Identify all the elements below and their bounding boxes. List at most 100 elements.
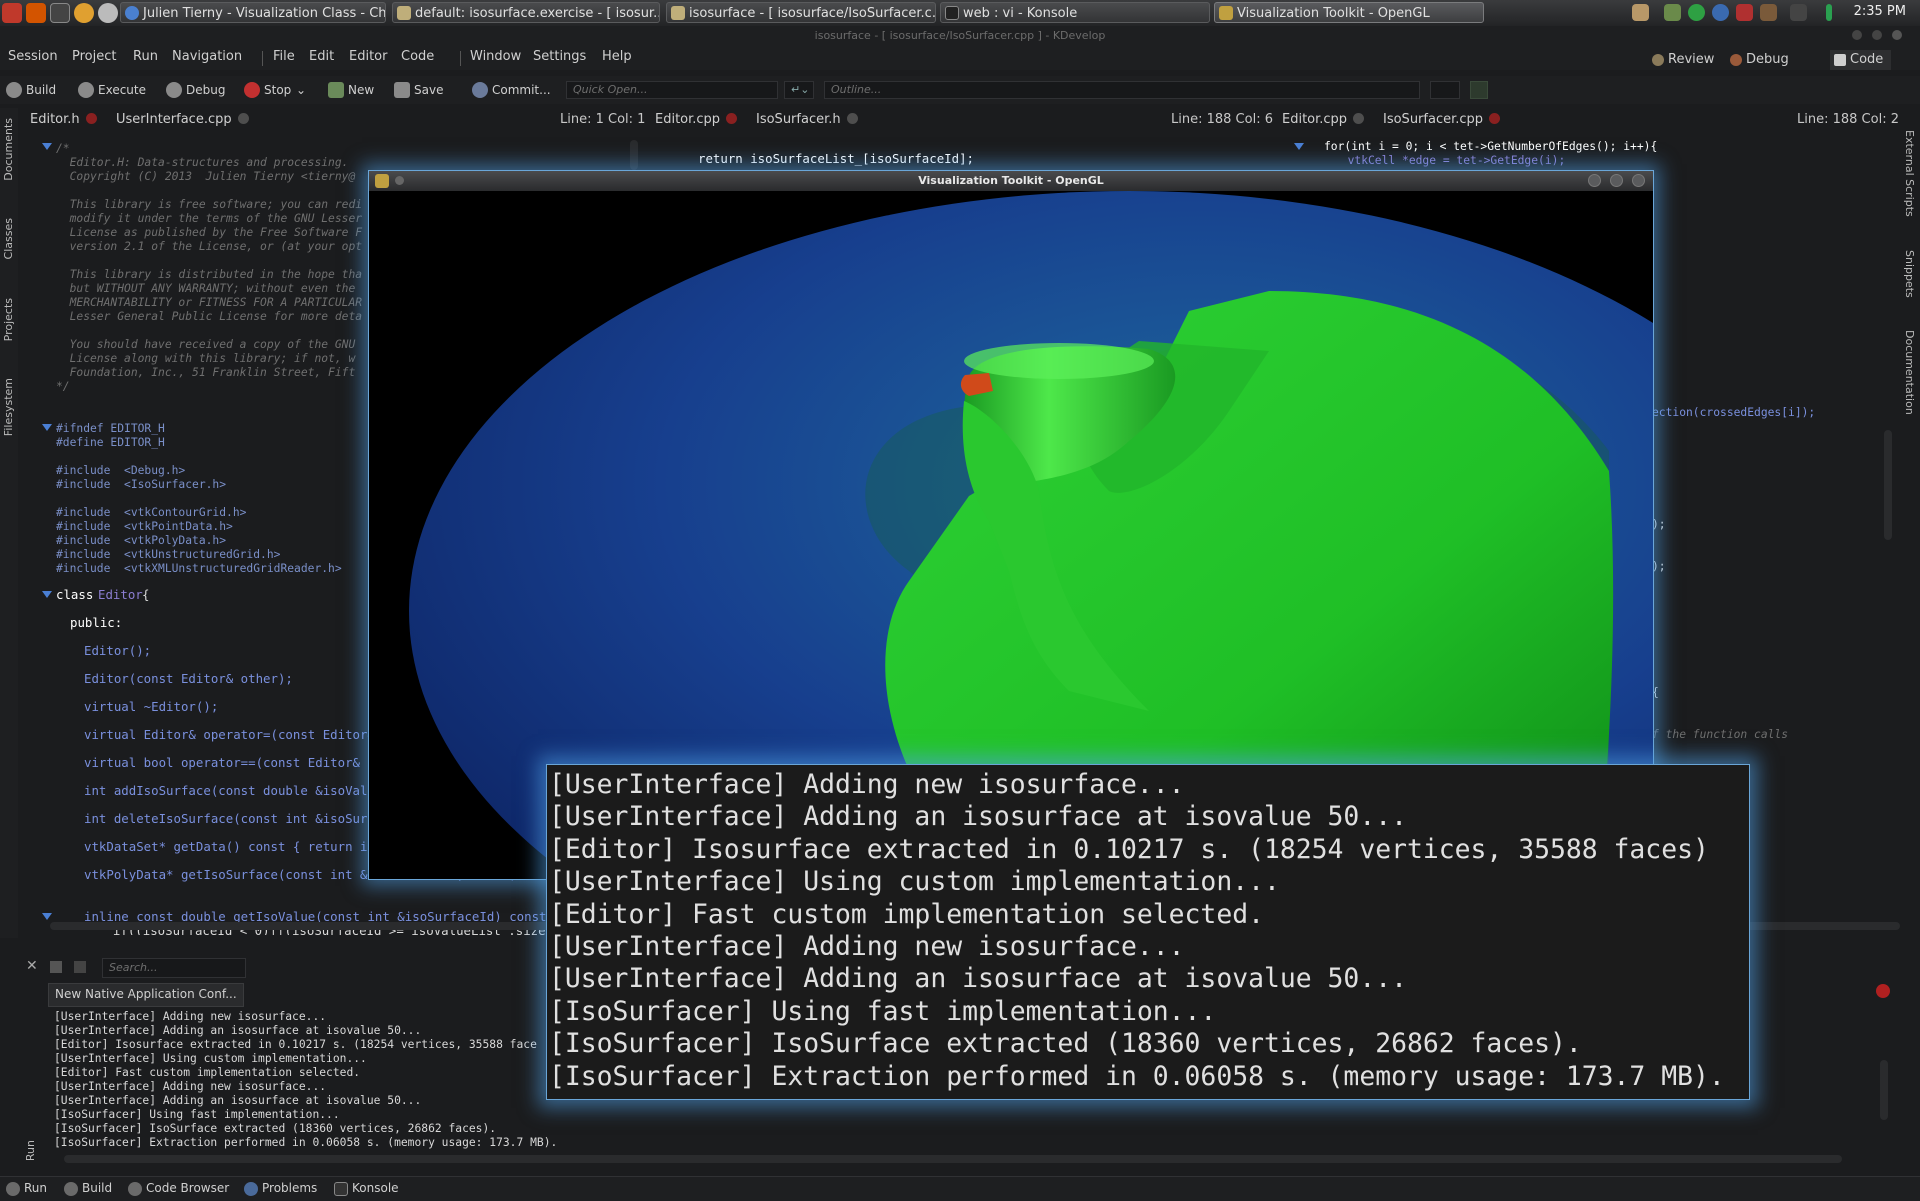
code-line: ); <box>1652 560 1666 573</box>
new-button[interactable]: New <box>326 80 374 100</box>
close-icon[interactable] <box>1632 174 1645 187</box>
tab-editor-cpp-right[interactable]: Editor.cpp <box>1282 108 1365 132</box>
battery-tray-icon[interactable] <box>1826 4 1832 21</box>
close-panel-icon[interactable]: ✕ <box>26 958 38 974</box>
menu-editor[interactable]: Editor <box>349 49 387 64</box>
fold-arrow-icon[interactable] <box>42 424 52 431</box>
menu-session[interactable]: Session <box>8 49 58 64</box>
statusbar-problems[interactable]: Problems <box>242 1181 317 1196</box>
stop-job-icon[interactable] <box>1876 984 1890 998</box>
home-icon[interactable] <box>26 3 46 23</box>
output-search-input[interactable]: Search... <box>102 958 246 978</box>
pin-icon[interactable] <box>395 176 404 185</box>
volume-tray-icon[interactable] <box>1790 4 1807 21</box>
mail-tray-icon[interactable] <box>1632 4 1649 21</box>
build-button[interactable]: Build <box>4 80 56 100</box>
system-icon[interactable] <box>98 3 118 23</box>
menu-window[interactable]: Window <box>470 49 521 64</box>
taskbar-tab-kdevelop-default[interactable]: default: isosurface.exercise - [ isosur.… <box>392 2 660 23</box>
code-editor-middle[interactable]: return isoSurfaceList_[isoSurfaceId]; <box>660 140 1260 170</box>
fold-arrow-icon[interactable] <box>1294 143 1304 150</box>
browser-launcher-icon[interactable] <box>74 3 94 23</box>
debug-button[interactable]: Debug <box>164 80 225 100</box>
close-tab-icon[interactable] <box>237 113 249 124</box>
debug-icon <box>1730 54 1742 66</box>
tab-editor-cpp[interactable]: Editor.cpp <box>655 108 738 132</box>
statusbar-run[interactable]: Run <box>4 1181 47 1196</box>
menu-file[interactable]: File <box>273 49 295 64</box>
execute-button[interactable]: Execute <box>76 80 146 100</box>
stop-button[interactable]: Stop <box>242 80 291 100</box>
taskbar-tab-vtk[interactable]: Visualization Toolkit - OpenGL <box>1214 2 1484 23</box>
network-tray-icon[interactable] <box>1664 4 1681 21</box>
clock[interactable]: 2:35 PM <box>1854 0 1906 26</box>
close-tab-icon[interactable] <box>846 113 858 124</box>
left-editor-scrollbar[interactable] <box>630 140 638 170</box>
menu-project[interactable]: Project <box>72 49 116 64</box>
toolview-documentation[interactable]: Documentation <box>1903 330 1916 415</box>
taskbar-tab-browser[interactable]: Julien Tierny - Visualization Class - Ch… <box>120 2 386 23</box>
maximize-icon[interactable] <box>1872 30 1882 40</box>
menu-code[interactable]: Code <box>401 49 434 64</box>
tab-userinterface-cpp[interactable]: UserInterface.cpp <box>116 108 249 132</box>
code-line: #include <vtkPointData.h> <box>56 520 233 533</box>
taskbar-tab-kdevelop-isosurface[interactable]: isosurface - [ isosurface/IsoSurfacer.c.… <box>666 2 936 23</box>
minimize-icon[interactable] <box>1588 174 1601 187</box>
outline-input[interactable]: Outline... <box>824 81 1420 99</box>
sync-tray-icon[interactable] <box>1712 4 1729 21</box>
toolview-filesystem[interactable]: Filesystem <box>2 378 15 436</box>
commit-button[interactable]: Commit... <box>470 80 551 100</box>
toolview-external-scripts[interactable]: External Scripts <box>1903 130 1916 217</box>
statusbar-code-browser[interactable]: Code Browser <box>126 1181 229 1196</box>
fold-arrow-icon[interactable] <box>42 143 52 150</box>
tab-isosurfacer-cpp[interactable]: IsoSurfacer.cpp <box>1383 108 1501 132</box>
tab-isosurfacer-h[interactable]: IsoSurfacer.h <box>756 108 858 132</box>
statusbar-build[interactable]: Build <box>62 1181 112 1196</box>
tray-icon[interactable] <box>1760 4 1777 21</box>
clear-icon[interactable] <box>74 961 86 973</box>
output-horizontal-scrollbar[interactable] <box>64 1155 1842 1163</box>
right-editor-scrollbar[interactable] <box>1884 430 1892 540</box>
close-tab-icon[interactable] <box>85 113 97 124</box>
mode-debug-button[interactable]: Debug <box>1726 50 1789 70</box>
toolview-classes[interactable]: Classes <box>2 218 15 259</box>
save-button[interactable]: Save <box>392 80 443 100</box>
tab-editor-h[interactable]: Editor.h <box>30 108 97 132</box>
close-tab-icon[interactable] <box>1489 113 1501 124</box>
outline-nav-dropdown[interactable] <box>1430 81 1460 99</box>
toolview-projects[interactable]: Projects <box>2 298 15 341</box>
taskbar-tab-konsole[interactable]: web : vi - Konsole <box>940 2 1210 23</box>
menu-navigation[interactable]: Navigation <box>172 49 242 64</box>
menu-edit[interactable]: Edit <box>309 49 334 64</box>
quick-open-input[interactable]: Quick Open... <box>566 81 778 99</box>
toolview-run[interactable]: Run <box>24 1140 37 1161</box>
lightbulb-icon[interactable] <box>1470 81 1488 99</box>
stop-dropdown[interactable]: ⌄ <box>296 80 306 100</box>
menu-run[interactable]: Run <box>133 49 158 64</box>
statusbar-konsole[interactable]: Konsole <box>332 1181 399 1196</box>
quick-open-mode-dropdown[interactable]: ↵⌄ <box>784 81 814 99</box>
update-tray-icon[interactable] <box>1688 4 1705 21</box>
keyboard-layout-tray-icon[interactable] <box>1736 4 1753 21</box>
minimize-icon[interactable] <box>1852 30 1862 40</box>
fold-arrow-icon[interactable] <box>42 913 52 920</box>
close-tab-icon[interactable] <box>1353 113 1365 124</box>
mode-code-button[interactable]: Code <box>1830 50 1892 70</box>
close-icon[interactable] <box>1892 30 1902 40</box>
toolview-documents[interactable]: Documents <box>2 118 15 181</box>
output-vertical-scrollbar[interactable] <box>1880 1060 1888 1120</box>
fold-arrow-icon[interactable] <box>42 591 52 598</box>
menu-help[interactable]: Help <box>602 49 632 64</box>
terminal-launcher-icon[interactable] <box>50 3 70 23</box>
close-tab-icon[interactable] <box>726 113 738 124</box>
copy-icon[interactable] <box>50 961 62 973</box>
konsole-window[interactable]: [UserInterface] Adding new isosurface...… <box>546 764 1750 1100</box>
mode-review-button[interactable]: Review <box>1648 50 1714 70</box>
toolview-snippets[interactable]: Snippets <box>1903 250 1916 298</box>
app-menu-icon[interactable] <box>2 3 22 23</box>
konsole-line: [IsoSurfacer] Extraction performed in 0.… <box>549 1061 1725 1092</box>
vtk-window-titlebar[interactable]: Visualization Toolkit - OpenGL <box>369 171 1653 191</box>
maximize-icon[interactable] <box>1610 174 1623 187</box>
menu-settings[interactable]: Settings <box>533 49 586 64</box>
output-tab-title[interactable]: New Native Application Conf... <box>48 983 244 1007</box>
